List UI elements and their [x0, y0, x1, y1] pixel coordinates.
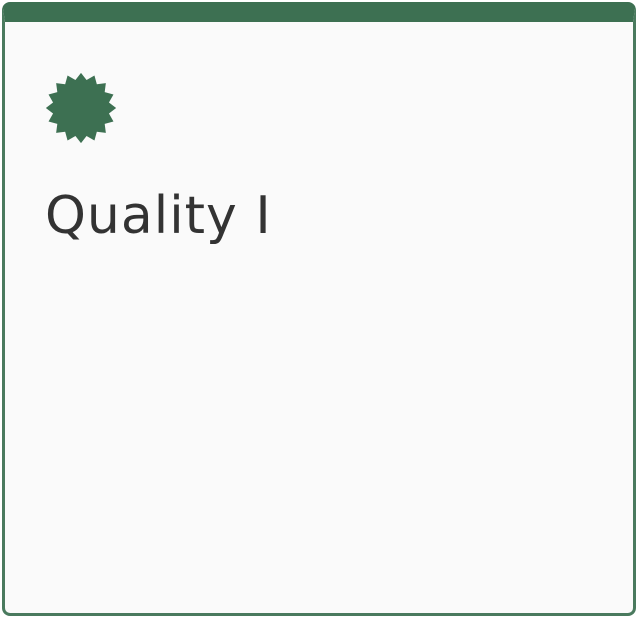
badge-seal-icon: [43, 70, 119, 146]
quality-card[interactable]: Quality I: [2, 2, 636, 616]
card-title: Quality I: [45, 186, 272, 246]
